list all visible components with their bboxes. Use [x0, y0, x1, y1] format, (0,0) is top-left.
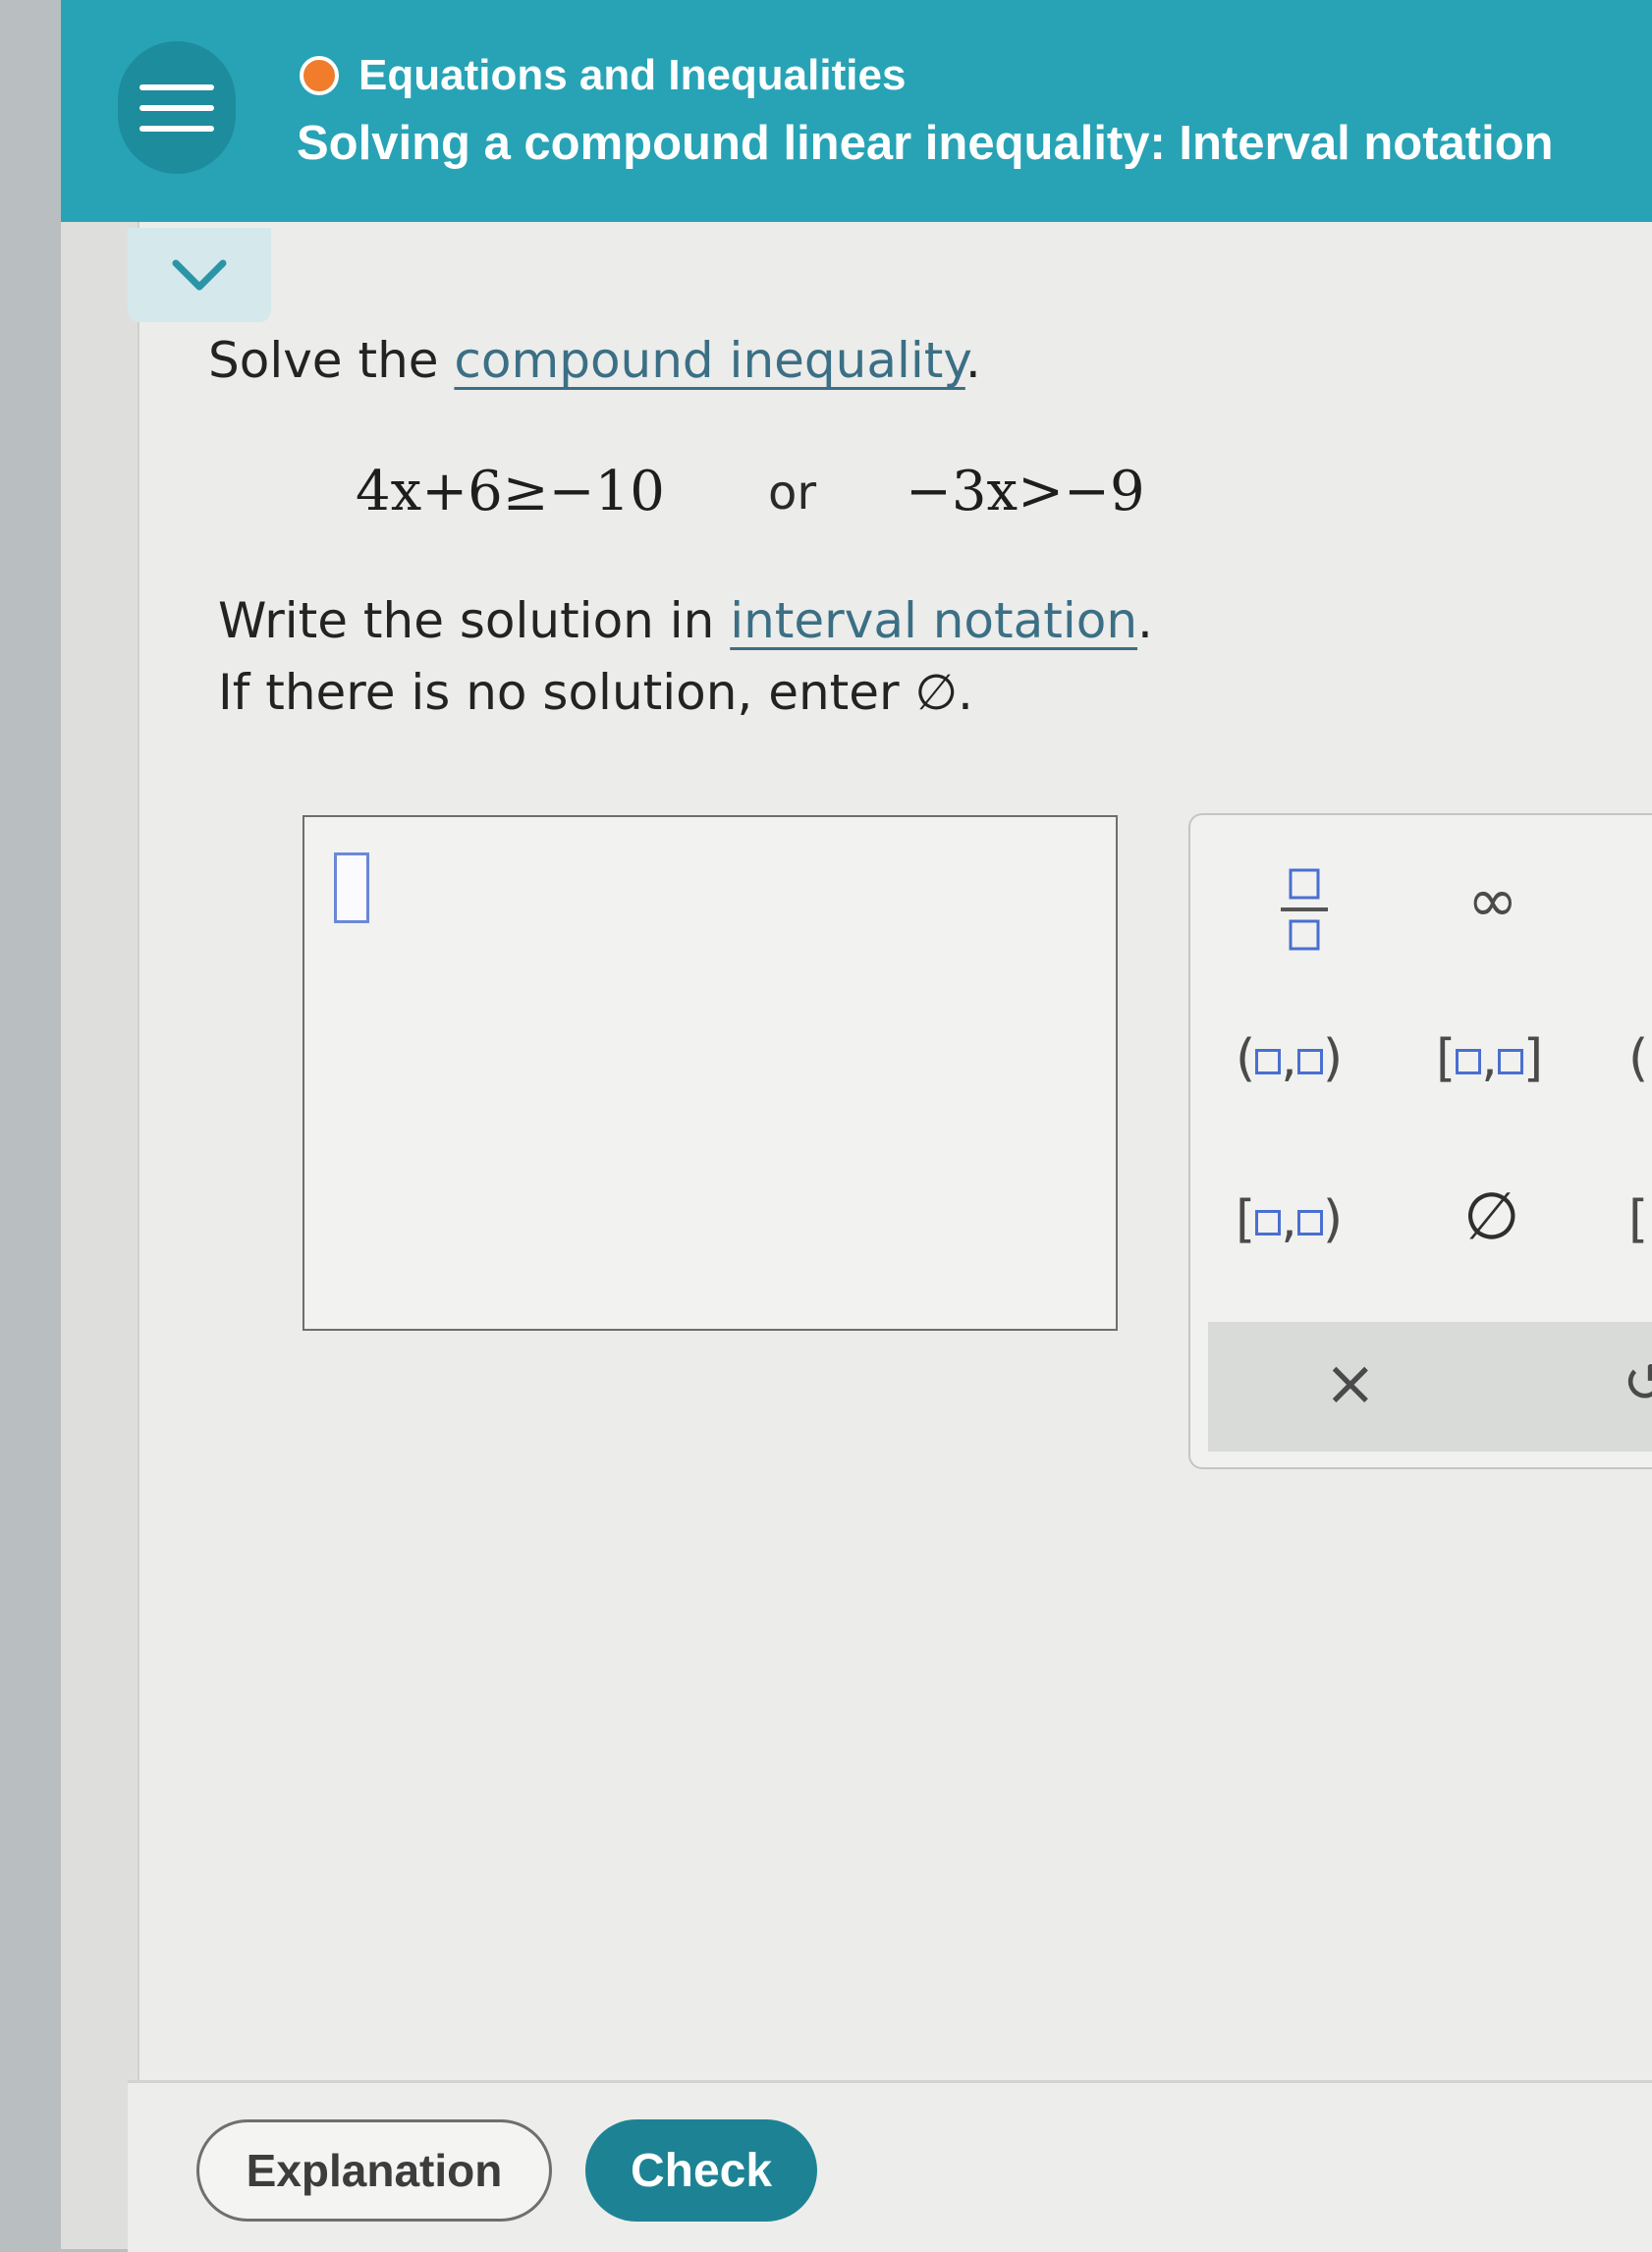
open-paren: (	[1236, 1029, 1256, 1088]
explanation-button[interactable]: Explanation	[196, 2119, 552, 2222]
undo-key[interactable]: ↺	[1623, 1351, 1652, 1415]
chevron-down-icon	[172, 259, 227, 291]
closed-interval-key[interactable]: [,]	[1436, 1029, 1543, 1088]
prompt-period: .	[964, 332, 981, 389]
no-solution-instruction: If there is no solution, enter ∅.	[218, 664, 973, 721]
answer-input[interactable]	[303, 815, 1118, 1331]
page-title: Solving a compound linear inequality: In…	[297, 117, 1554, 170]
blank-box	[1255, 1049, 1282, 1074]
fraction-icon	[1281, 868, 1328, 951]
partial-open-key[interactable]: (	[1628, 1029, 1648, 1088]
menu-icon-line	[139, 83, 214, 90]
input-cursor-box[interactable]	[334, 852, 369, 923]
instruction-text: Write the solution in	[218, 592, 731, 649]
clear-key[interactable]: ×	[1324, 1347, 1377, 1420]
blank-box	[1255, 1210, 1282, 1236]
infinity-key[interactable]: ∞	[1467, 864, 1518, 936]
check-button[interactable]: Check	[585, 2119, 817, 2222]
menu-icon-line	[139, 104, 214, 111]
compound-inequality-link[interactable]: compound inequality	[454, 332, 964, 389]
inequality-right-text: −3x>−9	[906, 460, 1145, 523]
interval-notation-link[interactable]: interval notation	[730, 592, 1137, 649]
fraction-key[interactable]	[1277, 864, 1332, 959]
math-keypad: ∞ (,) [,] ( [,) ∅ [ × ↺	[1188, 813, 1652, 1469]
open-bracket: [	[1236, 1190, 1256, 1249]
topic-label: Equations and Inequalities	[358, 51, 907, 99]
empty-set-key[interactable]: ∅	[1463, 1179, 1520, 1254]
blank-box	[1296, 1049, 1323, 1074]
menu-button[interactable]	[118, 41, 236, 174]
topic-row: Equations and Inequalities	[300, 51, 906, 100]
connector-or: or	[768, 466, 817, 521]
blank-box	[1456, 1049, 1482, 1074]
blank-box	[1497, 1049, 1523, 1074]
half-open-interval-key[interactable]: [,)	[1236, 1190, 1343, 1249]
partial-closed-key[interactable]: [	[1628, 1190, 1648, 1249]
inequality-left: 4x+6≥−10	[356, 460, 665, 523]
inequality-left-text: 4x+6≥−10	[356, 460, 665, 523]
problem-prompt: Solve the compound inequality.	[208, 332, 981, 389]
inequality-right: −3x>−9	[906, 460, 1145, 523]
progress-dot-icon	[300, 56, 339, 95]
keypad-action-row: × ↺	[1208, 1322, 1652, 1452]
collapse-toggle[interactable]	[128, 228, 271, 322]
instruction-period: .	[1137, 592, 1153, 649]
left-gutter	[61, 221, 139, 2249]
blank-box	[1296, 1210, 1323, 1236]
open-interval-key[interactable]: (,)	[1236, 1029, 1343, 1088]
prompt-text: Solve the	[208, 332, 455, 389]
instruction-line: Write the solution in interval notation.	[218, 592, 1153, 649]
open-bracket: [	[1436, 1029, 1457, 1088]
header-bar	[61, 0, 1652, 222]
menu-icon-line	[139, 125, 214, 132]
